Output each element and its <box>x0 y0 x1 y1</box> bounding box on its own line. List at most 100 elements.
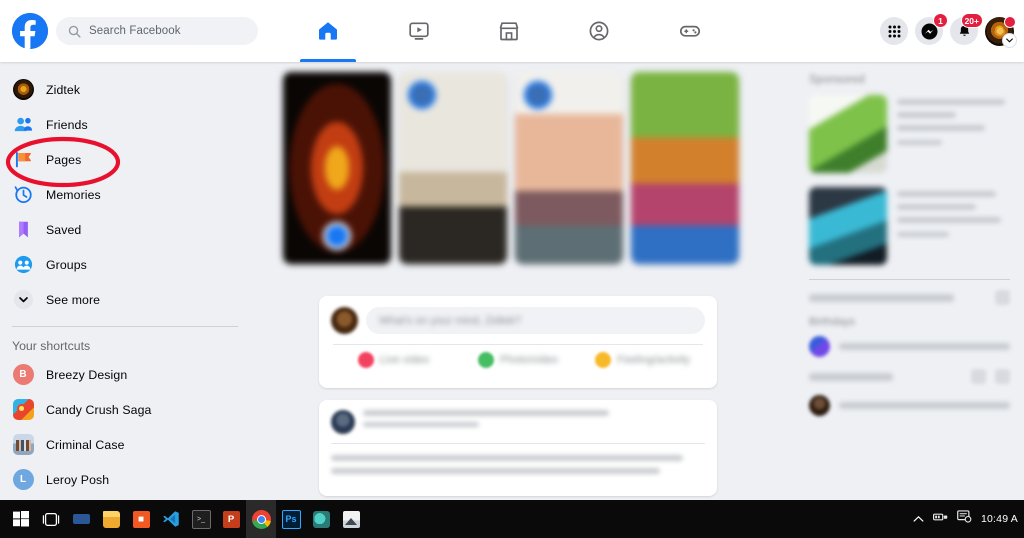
sidebar-item-pages[interactable]: Pages <box>0 142 252 177</box>
contact-row[interactable] <box>809 336 1010 357</box>
ad-thumbnail <box>809 187 887 265</box>
windows-taskbar: ■ >_ P Ps 10:49 A <box>0 500 1024 538</box>
more-options-icon[interactable] <box>995 290 1010 305</box>
sidebar-divider <box>12 326 238 327</box>
story-card[interactable] <box>399 72 507 264</box>
taskbar-photoshop[interactable]: Ps <box>276 500 306 538</box>
teal-app-icon <box>312 510 330 528</box>
task-view-icon <box>42 512 60 526</box>
taskbar-search[interactable] <box>66 500 96 538</box>
nav-tab-gaming[interactable] <box>645 0 735 62</box>
right-sidebar: Sponsored Birthdays <box>795 62 1024 500</box>
live-video-button[interactable]: Live video <box>331 352 456 368</box>
grid-apps-icon <box>888 25 900 37</box>
composer-avatar <box>331 307 358 334</box>
ad-thumbnail <box>809 95 887 173</box>
feed-post[interactable] <box>319 400 717 496</box>
right-sidebar-divider <box>809 279 1010 280</box>
sponsored-ad[interactable] <box>809 95 1010 173</box>
composer-actions: Live video Photo/video Feeling/activity <box>331 352 705 368</box>
taskbar-powerpoint[interactable]: P <box>216 500 246 538</box>
feeling-activity-label: Feeling/activity <box>617 354 691 366</box>
composer-top-row: What's on your mind, Zidtek? <box>331 307 705 334</box>
photo-video-button[interactable]: Photo/video <box>456 352 581 368</box>
sidebar-item-label: Pages <box>46 152 82 167</box>
vscode-icon <box>163 511 179 527</box>
composer-placeholder: What's on your mind, Zidtek? <box>379 314 522 327</box>
story-card[interactable] <box>631 72 739 264</box>
sidebar-shortcut-breezy-design[interactable]: B Breezy Design <box>0 357 252 392</box>
contact-name <box>839 402 1010 409</box>
menu-apps-button[interactable] <box>880 17 908 45</box>
sidebar-item-label: Saved <box>46 222 82 237</box>
network-icon[interactable] <box>932 510 948 528</box>
sidebar-shortcut-criminal-case[interactable]: Criminal Case <box>0 427 252 462</box>
taskbar-app-orange[interactable]: ■ <box>126 500 156 538</box>
sidebar-item-friends[interactable]: Friends <box>0 107 252 142</box>
facebook-logo-icon[interactable] <box>12 13 48 49</box>
contact-row[interactable] <box>809 395 1010 416</box>
folder-icon <box>102 510 120 528</box>
notifications-button[interactable]: 20+ <box>950 13 983 45</box>
post-composer[interactable]: What's on your mind, Zidtek? Live video … <box>319 296 717 388</box>
taskbar-file-explorer[interactable] <box>96 500 126 538</box>
search-placeholder: Search Facebook <box>89 25 181 37</box>
pages-flag-icon <box>12 149 34 171</box>
sidebar-shortcut-leroy-posh[interactable]: L Leroy Posh <box>0 462 252 497</box>
taskbar-photos[interactable] <box>336 500 366 538</box>
facebook-top-navigation-bar: Search Facebook 1 20+ <box>0 0 1024 62</box>
sidebar-item-groups[interactable]: Groups <box>0 247 252 282</box>
contact-avatar <box>809 395 830 416</box>
sponsored-ad[interactable] <box>809 187 1010 265</box>
nav-tab-groups[interactable] <box>554 0 644 62</box>
nav-tab-home[interactable] <box>283 0 373 62</box>
contacts-search-icon[interactable] <box>995 369 1010 384</box>
sidebar-item-see-more[interactable]: See more <box>0 282 252 317</box>
account-avatar[interactable] <box>985 15 1017 48</box>
sidebar-shortcut-candy-crush-saga[interactable]: Candy Crush Saga <box>0 392 252 427</box>
search-icon <box>68 25 81 38</box>
ad-text <box>897 95 1010 173</box>
feeling-activity-button[interactable]: Feeling/activity <box>580 352 705 368</box>
sidebar-item-memories[interactable]: Memories <box>0 177 252 212</box>
task-view-button[interactable] <box>36 500 66 538</box>
chevron-down-icon[interactable] <box>1002 32 1017 48</box>
search-bar-icon <box>72 514 90 524</box>
sidebar-item-label: Memories <box>46 187 101 202</box>
messenger-button[interactable]: 1 <box>915 13 948 45</box>
video-screen-icon <box>408 22 429 40</box>
nav-tab-watch[interactable] <box>373 0 463 62</box>
story-card[interactable] <box>283 72 391 264</box>
sidebar-item-saved[interactable]: Saved <box>0 212 252 247</box>
video-room-icon[interactable] <box>971 369 986 384</box>
live-video-icon <box>357 352 374 368</box>
taskbar-vs-code[interactable] <box>156 500 186 538</box>
story-card[interactable] <box>515 72 623 264</box>
chevron-down-icon <box>12 289 34 311</box>
chrome-icon <box>251 509 271 529</box>
primary-nav-tabs <box>283 0 735 62</box>
composer-input[interactable]: What's on your mind, Zidtek? <box>366 307 705 334</box>
main-feed: What's on your mind, Zidtek? Live video … <box>283 62 753 500</box>
sidebar-shortcut-label: Breezy Design <box>46 367 128 382</box>
contact-avatar <box>809 336 830 357</box>
start-button[interactable] <box>6 500 36 538</box>
taskbar-terminal[interactable]: >_ <box>186 500 216 538</box>
contacts-section-header <box>809 369 1010 384</box>
topbar-left-group: Search Facebook <box>12 0 258 62</box>
clock[interactable]: 10:49 A <box>981 513 1018 525</box>
taskbar-chrome[interactable] <box>246 500 276 538</box>
sidebar-item-label: Friends <box>46 117 88 132</box>
taskbar-app-teal[interactable] <box>306 500 336 538</box>
birthdays-subheading: Birthdays <box>809 316 855 328</box>
action-center-icon[interactable] <box>957 510 972 528</box>
search-input[interactable]: Search Facebook <box>56 17 258 45</box>
clock-memories-icon <box>12 184 34 206</box>
nav-tab-marketplace[interactable] <box>464 0 554 62</box>
letter-avatar-l-icon: L <box>12 469 34 491</box>
post-text-line <box>331 468 661 474</box>
sidebar-item-zidtek[interactable]: Zidtek <box>0 72 252 107</box>
bookmark-saved-icon <box>12 219 34 241</box>
messenger-badge: 1 <box>933 13 948 28</box>
chevron-up-icon[interactable] <box>913 510 924 528</box>
